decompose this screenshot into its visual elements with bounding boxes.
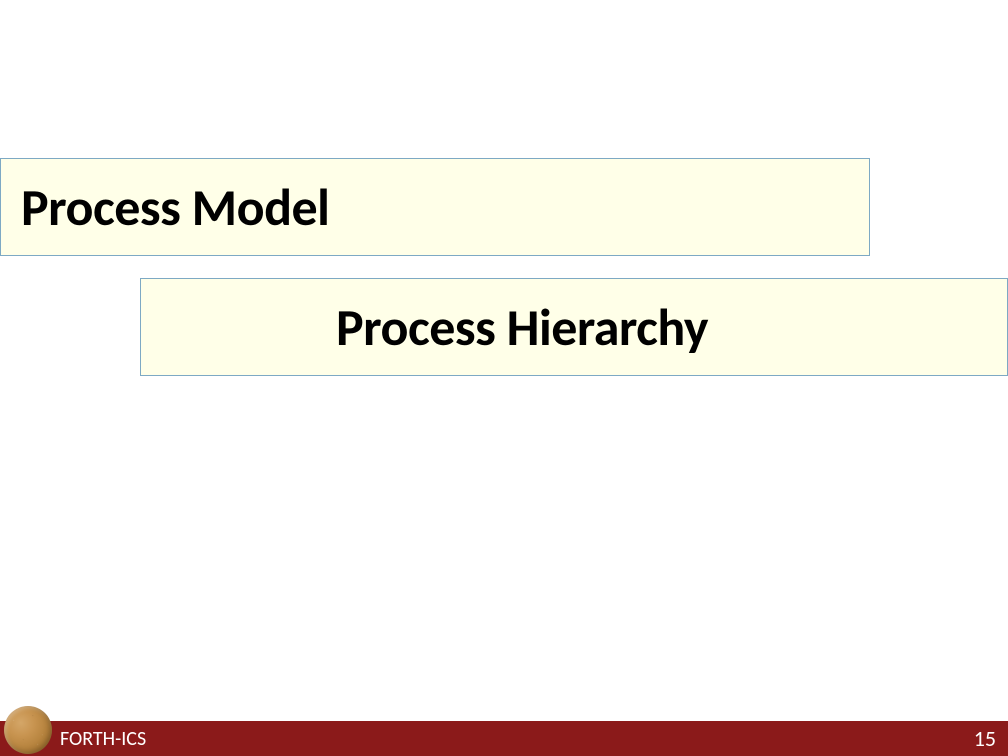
- footer-organization: FORTH-ICS: [60, 727, 146, 751]
- forth-logo-icon: [4, 706, 52, 754]
- subtitle-box: Process Hierarchy: [140, 278, 1008, 376]
- page-number: 15: [974, 725, 996, 752]
- slide-subtitle: Process Hierarchy: [336, 295, 708, 359]
- slide-title: Process Model: [21, 175, 329, 239]
- footer-bar: FORTH-ICS 15: [0, 721, 1008, 756]
- title-box: Process Model: [0, 158, 870, 256]
